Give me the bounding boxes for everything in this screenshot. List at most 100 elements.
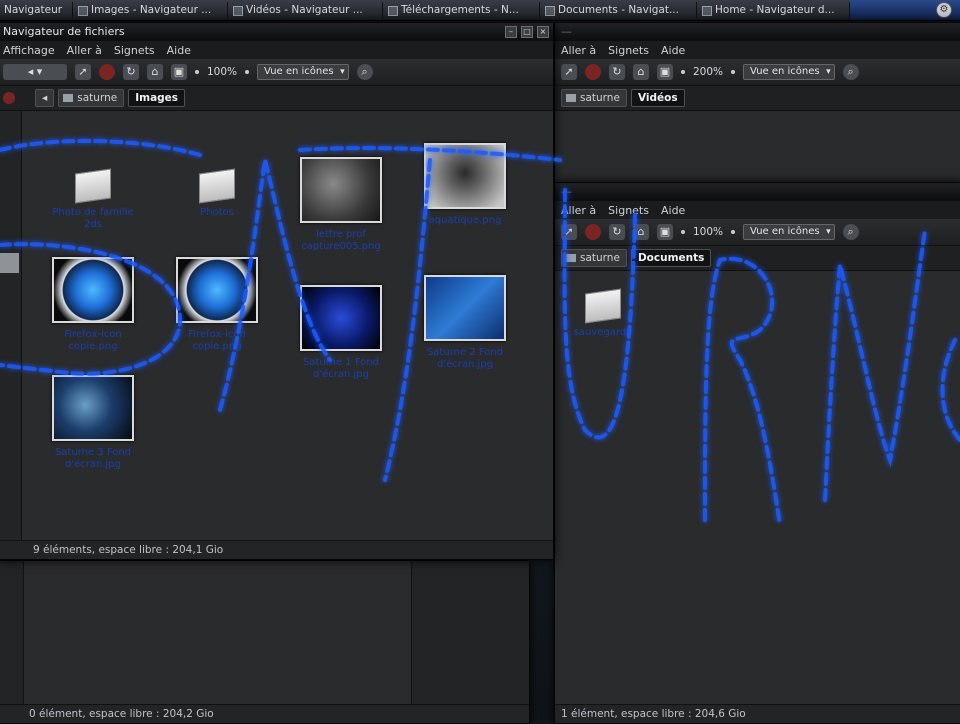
search-icon[interactable]: ⌕ xyxy=(843,64,859,80)
status-bar: 1 élément, espace libre : 204,6 Gio xyxy=(555,704,960,723)
zoom-out-icon[interactable] xyxy=(195,70,199,74)
zoom-in-icon[interactable] xyxy=(731,230,735,234)
window-videos: — Aller à Signets Aide ➚ ↻ ⌂ ▣ 200% Vue … xyxy=(554,22,960,202)
zoom-level: 200% xyxy=(693,66,723,78)
file-label: Photo de famille 2ds xyxy=(43,207,143,231)
task-documents[interactable]: Documents - Navigat... xyxy=(540,2,697,18)
home-icon[interactable]: ⌂ xyxy=(633,224,649,240)
back-button[interactable]: ◂ ▾ xyxy=(3,64,67,80)
search-icon[interactable]: ⌕ xyxy=(357,64,373,80)
menu-signets[interactable]: Signets xyxy=(608,204,649,217)
drive-icon xyxy=(566,94,576,102)
task-home[interactable]: Home - Navigateur d... xyxy=(697,2,850,18)
crumb-documents[interactable]: Documents xyxy=(631,249,711,267)
folder-icon xyxy=(233,6,243,16)
zoom-out-icon[interactable] xyxy=(681,70,685,74)
stop-icon[interactable] xyxy=(585,224,601,240)
title-bar: Navigateur de fichiers – □ × xyxy=(0,23,553,41)
system-tray: ⚙ xyxy=(850,0,960,20)
folder-icon xyxy=(545,6,555,16)
forward-icon[interactable]: ➚ xyxy=(561,64,577,80)
close-icon[interactable]: × xyxy=(537,26,549,38)
crumb-videos[interactable]: Vidéos xyxy=(631,89,685,107)
crumb-back-arrow[interactable]: ◂ xyxy=(35,89,54,107)
title-bar: — xyxy=(555,23,960,41)
menu-bar: Affichage Aller à Signets Aide xyxy=(0,41,553,59)
file-item-image[interactable]: aquatique.png xyxy=(415,143,515,227)
crumb-saturne[interactable]: saturne xyxy=(58,89,124,107)
stop-icon[interactable] xyxy=(585,64,601,80)
close-sidebar-icon[interactable] xyxy=(3,92,15,104)
menu-aide[interactable]: Aide xyxy=(661,204,685,217)
zoom-in-icon[interactable] xyxy=(245,70,249,74)
menu-bar: Aller à Signets Aide xyxy=(555,201,960,219)
computer-icon[interactable]: ▣ xyxy=(657,224,673,240)
folder-icon xyxy=(702,6,712,16)
crumb-images[interactable]: Images xyxy=(128,89,185,107)
status-bar: 0 élément, espace libre : 204,2 Gio xyxy=(0,704,529,723)
file-label: aquatique.png xyxy=(415,215,515,227)
file-item-image[interactable]: Firefox-icon copie.png xyxy=(43,257,143,353)
file-item-image[interactable]: Saturne 3 Fond d'écran.jpg xyxy=(43,375,143,471)
reload-icon[interactable]: ↻ xyxy=(123,64,139,80)
zoom-out-icon[interactable] xyxy=(681,230,685,234)
computer-icon[interactable]: ▣ xyxy=(171,64,187,80)
folder-icon xyxy=(199,168,235,203)
drive-icon xyxy=(63,94,73,102)
forward-icon[interactable]: ➚ xyxy=(75,64,91,80)
menu-aller[interactable]: Aller à xyxy=(67,44,102,57)
file-item-image[interactable]: Firefox-icon copie.png xyxy=(167,257,267,353)
computer-icon[interactable]: ▣ xyxy=(657,64,673,80)
home-icon[interactable]: ⌂ xyxy=(633,64,649,80)
sidebar-place[interactable] xyxy=(0,253,19,273)
maximize-icon[interactable]: □ xyxy=(521,26,533,38)
breadcrumb: saturne Vidéos xyxy=(555,86,960,111)
image-thumbnail xyxy=(52,375,134,441)
minimize-icon[interactable]: – xyxy=(505,26,517,38)
file-label: Firefox-icon copie.png xyxy=(43,329,143,353)
file-item-image[interactable]: Saturne 1 Fond d'écran.jpg xyxy=(291,285,391,381)
window-documents: — Aller à Signets Aide ➚ ↻ ⌂ ▣ 100% Vue … xyxy=(554,182,960,724)
view-mode-select[interactable]: Vue en icônes xyxy=(257,64,349,80)
zoom-level: 100% xyxy=(693,226,723,238)
window-background-left: 0 élément, espace libre : 204,2 Gio xyxy=(0,560,530,724)
view-mode-select[interactable]: Vue en icônes xyxy=(743,224,835,240)
gear-icon[interactable]: ⚙ xyxy=(936,2,952,18)
stop-icon[interactable] xyxy=(99,64,115,80)
drive-icon xyxy=(566,254,576,262)
file-item-folder[interactable]: Photos xyxy=(167,171,267,219)
task-videos[interactable]: Vidéos - Navigateur ... xyxy=(228,2,383,18)
menu-aide[interactable]: Aide xyxy=(661,44,685,57)
file-item-image[interactable]: Saturne 2 Fond d'écran.jpg xyxy=(415,275,515,371)
crumb-saturne[interactable]: saturne xyxy=(561,249,627,267)
menu-aide[interactable]: Aide xyxy=(167,44,191,57)
file-label: Saturne 1 Fond d'écran.jpg xyxy=(291,357,391,381)
menu-affichage[interactable]: Affichage xyxy=(3,44,55,57)
toolbar: ➚ ↻ ⌂ ▣ 200% Vue en icônes ⌕ xyxy=(555,59,960,86)
reload-icon[interactable]: ↻ xyxy=(609,224,625,240)
view-mode-select[interactable]: Vue en icônes xyxy=(743,64,835,80)
menu-signets[interactable]: Signets xyxy=(114,44,155,57)
search-icon[interactable]: ⌕ xyxy=(843,224,859,240)
menu-aller[interactable]: Aller à xyxy=(561,44,596,57)
side-pane xyxy=(411,561,530,705)
crumb-saturne[interactable]: saturne xyxy=(561,89,627,107)
sidebar xyxy=(0,561,24,705)
menu-aller[interactable]: Aller à xyxy=(561,204,596,217)
forward-icon[interactable]: ➚ xyxy=(561,224,577,240)
home-icon[interactable]: ⌂ xyxy=(147,64,163,80)
file-label: Firefox-icon copie.png xyxy=(167,329,267,353)
menu-signets[interactable]: Signets xyxy=(608,44,649,57)
toolbar: ◂ ▾ ➚ ↻ ⌂ ▣ 100% Vue en icônes ⌕ xyxy=(0,59,553,86)
task-telechargements[interactable]: Téléchargements - N... xyxy=(383,2,540,18)
reload-icon[interactable]: ↻ xyxy=(609,64,625,80)
file-item-image[interactable]: lettre prof capture005.png xyxy=(291,157,391,253)
task-images[interactable]: Images - Navigateur ... xyxy=(73,2,228,18)
file-label: sauvegarde xyxy=(554,327,653,339)
folder-icon xyxy=(388,6,398,16)
file-item-folder[interactable]: Photo de famille 2ds xyxy=(43,171,143,231)
zoom-in-icon[interactable] xyxy=(731,70,735,74)
status-bar: 9 éléments, espace libre : 204,1 Gio xyxy=(0,540,553,559)
file-item-folder[interactable]: sauvegarde xyxy=(554,291,653,339)
task-navigateur[interactable]: Navigateur xyxy=(0,2,73,18)
